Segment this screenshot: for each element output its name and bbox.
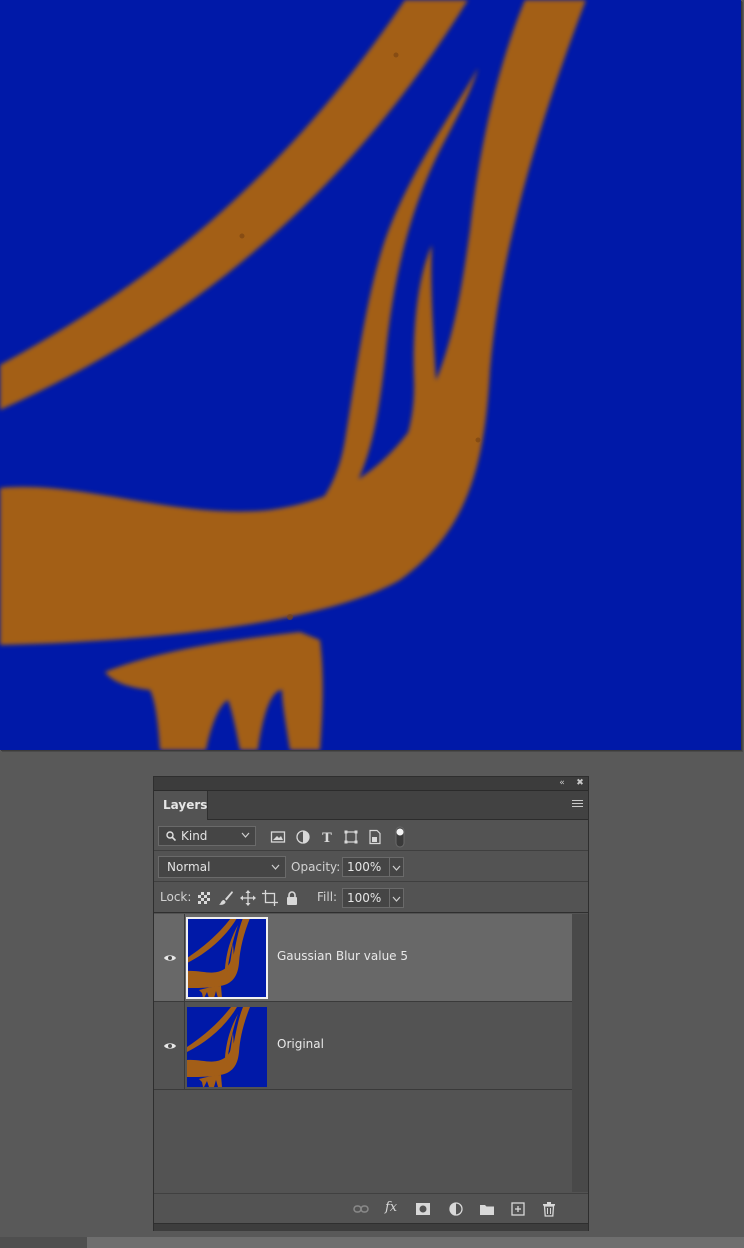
- double-chevron-left-icon[interactable]: «: [556, 777, 568, 790]
- layer-thumbnail[interactable]: [186, 917, 268, 999]
- lock-artboard-icon[interactable]: [262, 890, 278, 906]
- lock-image-icon[interactable]: [218, 890, 234, 906]
- adjustment-layer-icon[interactable]: [448, 1201, 464, 1217]
- opacity-input[interactable]: 100%: [342, 857, 390, 877]
- lock-all-icon[interactable]: [284, 890, 300, 906]
- search-icon: [166, 831, 176, 841]
- chevron-down-icon: [271, 864, 280, 870]
- visibility-toggle[interactable]: [154, 1002, 185, 1089]
- status-bar-segment: [0, 1237, 87, 1248]
- visibility-toggle[interactable]: [154, 914, 185, 1001]
- layer-thumbnail-art: [187, 918, 250, 998]
- layers-scrollbar[interactable]: [572, 914, 588, 1192]
- fx-icon[interactable]: fx: [385, 1200, 405, 1216]
- lock-label: Lock:: [160, 890, 192, 904]
- layer-row-gaussian-blur[interactable]: Gaussian Blur value 5: [154, 914, 572, 1002]
- eye-icon: [164, 955, 176, 961]
- type-filter-icon[interactable]: T: [319, 829, 335, 845]
- add-mask-icon[interactable]: [415, 1201, 431, 1217]
- panel-tabs: Layers: [154, 791, 588, 820]
- layer-thumbnail[interactable]: [187, 1007, 267, 1087]
- delete-layer-icon[interactable]: [541, 1201, 557, 1217]
- layer-name[interactable]: Gaussian Blur value 5: [277, 949, 408, 963]
- status-bar: [0, 1237, 744, 1248]
- new-layer-icon[interactable]: [510, 1201, 526, 1217]
- hamburger-menu-icon[interactable]: [572, 800, 583, 809]
- canvas-artwork: [0, 0, 586, 750]
- tab-layers[interactable]: Layers: [154, 791, 208, 820]
- chevron-down-icon: [392, 896, 401, 902]
- layers-bottom-toolbar: fx: [154, 1193, 588, 1224]
- smart-object-filter-icon[interactable]: [367, 829, 383, 845]
- lock-transparent-icon[interactable]: [196, 890, 212, 906]
- filter-toggle-icon[interactable]: [394, 826, 406, 848]
- fill-dropdown[interactable]: [390, 888, 404, 908]
- adjustment-filter-icon[interactable]: [295, 829, 311, 845]
- chevron-down-icon: [241, 832, 250, 838]
- layers-panel: « ✖ Layers Kind T Normal Opacity: 100% L…: [153, 776, 589, 1231]
- link-layers-icon[interactable]: [353, 1201, 369, 1217]
- blend-mode-row: Normal Opacity: 100%: [154, 852, 588, 882]
- kind-filter-select[interactable]: Kind: [158, 826, 256, 846]
- fill-label: Fill:: [317, 890, 338, 904]
- fill-input[interactable]: 100%: [342, 888, 390, 908]
- lock-position-icon[interactable]: [240, 890, 256, 906]
- new-group-icon[interactable]: [479, 1201, 495, 1217]
- close-icon[interactable]: ✖: [574, 777, 586, 790]
- panel-resize-grip[interactable]: [154, 1223, 588, 1231]
- layer-row-original[interactable]: Original: [154, 1002, 572, 1090]
- layers-list: Gaussian Blur value 5 Original: [154, 914, 572, 1192]
- opacity-dropdown[interactable]: [390, 857, 404, 877]
- layer-thumbnail-art: [187, 1007, 250, 1087]
- blend-mode-select[interactable]: Normal: [158, 856, 286, 878]
- document-canvas[interactable]: [0, 0, 741, 750]
- svg-text:T: T: [322, 831, 332, 845]
- layer-name[interactable]: Original: [277, 1037, 324, 1051]
- blend-mode-value: Normal: [167, 860, 211, 874]
- opacity-label: Opacity:: [291, 860, 341, 874]
- lock-row: Lock: Fill: 100%: [154, 883, 588, 913]
- panel-title-bar[interactable]: « ✖: [154, 777, 588, 791]
- chevron-down-icon: [392, 865, 401, 871]
- kind-filter-label: Kind: [181, 829, 208, 843]
- shape-filter-icon[interactable]: [343, 829, 359, 845]
- eye-icon: [164, 1043, 176, 1049]
- layer-filter-row: Kind T: [154, 820, 588, 851]
- image-filter-icon[interactable]: [270, 829, 286, 845]
